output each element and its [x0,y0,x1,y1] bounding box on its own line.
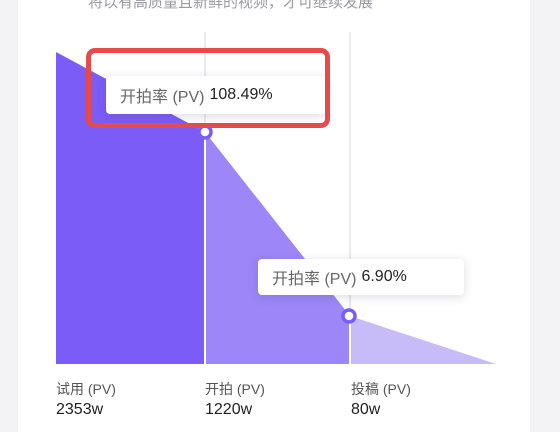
highlight-annotation-box [86,48,330,128]
funnel-area-submit [350,316,496,364]
tooltip-value: 6.90% [361,268,407,285]
stage-value-submit: 80w [351,401,381,418]
tooltip-label: 开拍率 (PV) [272,271,357,288]
stage-label-submit: 投稿 (PV) [351,381,411,397]
funnel-point-submit[interactable] [341,308,357,324]
funnel-area-shoot [205,132,350,364]
stage-value-trial: 2353w [56,401,104,418]
stage-label-shoot: 开拍 (PV) [205,381,265,397]
stage-value-shoot: 1220w [205,401,253,418]
tooltip-submit-rate: 开拍率 (PV) 6.90% [258,259,464,295]
stage-label-trial: 试用 (PV) [56,381,116,397]
